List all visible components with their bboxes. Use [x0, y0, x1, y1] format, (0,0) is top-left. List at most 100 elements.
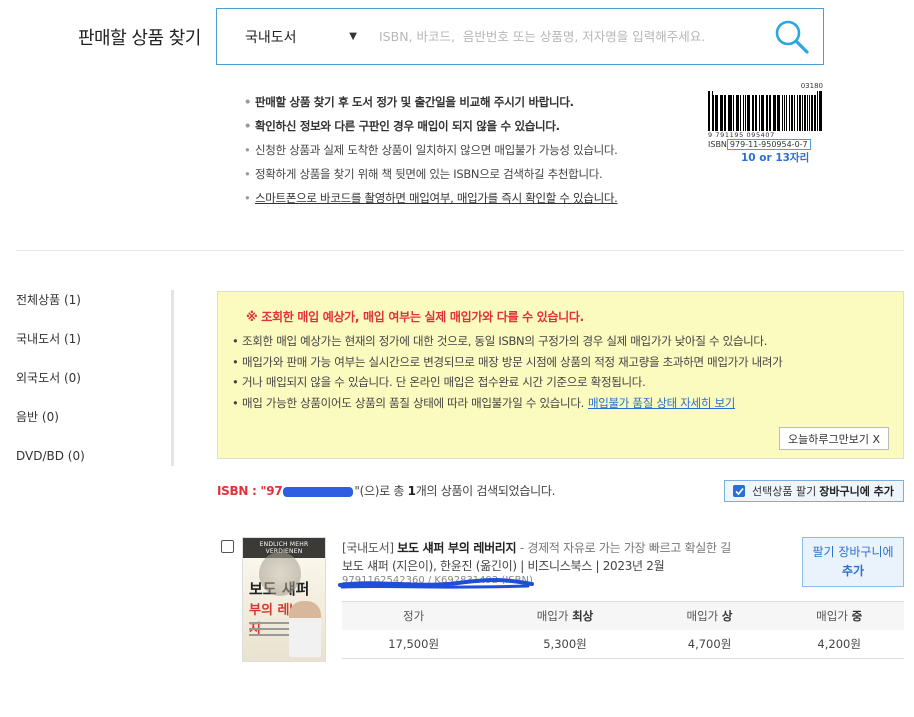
barcode-bar [781, 95, 783, 131]
category-select[interactable]: 국내도서 ▼ [217, 27, 367, 47]
price-header-best: 매입가 최상 [485, 601, 645, 630]
barcode-bar [814, 95, 816, 131]
barcode-bar [778, 95, 780, 131]
barcode-bar [768, 95, 770, 131]
price-best-value: 5,300원 [543, 636, 587, 651]
cover-text-lines [249, 622, 291, 640]
barcode-bar [765, 95, 768, 131]
barcode-bar [804, 95, 806, 131]
barcode-bar [721, 95, 723, 131]
barcode-bar [753, 95, 755, 131]
barcode-bar [744, 95, 747, 131]
product-title-link[interactable]: 보도 섀퍼 부의 레버리지 [397, 541, 516, 555]
price-header-list: 정가 [342, 601, 486, 630]
notice-box-item: 매입가와 판매 가능 여부는 실시간으로 변경되므로 매장 방문 시점에 상품의… [232, 352, 889, 373]
cart-button-line-bold: 추가 [841, 564, 865, 578]
barcode-bar [798, 95, 801, 131]
barcode-bar [760, 95, 762, 131]
notice-item: 확인하신 정보와 다른 구판인 경우 매입이 되지 않을 수 있습니다. [244, 114, 618, 138]
barcode-bar [811, 95, 814, 131]
barcode-isbn: ISBN 979-11-950954-0-7 [708, 139, 823, 150]
sidebar-item-all[interactable]: 전체상품 (1) [16, 290, 171, 329]
book-cover-image[interactable]: ENDLICH MEHR VERDIENEN 보도 섀퍼 부의 레버리지 [242, 537, 326, 662]
sidebar-item-music[interactable]: 음반 (0) [16, 407, 171, 446]
price-fair-value: 4,200원 [817, 636, 861, 651]
barcode-bar [790, 95, 794, 131]
barcode-bar [801, 95, 803, 131]
barcode-bar [739, 95, 741, 131]
price-header-text: 매입가 [816, 608, 852, 623]
page-title: 판매할 상품 찾기 [78, 28, 201, 49]
barcode-bar [806, 95, 808, 131]
notice-list: 판매할 상품 찾기 후 도서 정가 및 출간일을 비교해 주시기 바랍니다. 확… [244, 90, 618, 210]
search-input[interactable] [367, 29, 761, 44]
result-isbn-label: ISBN : "97 [217, 484, 283, 498]
barcode-addon-number: 03180 [800, 82, 823, 90]
barcode-app-link[interactable]: 스마트폰으로 바코드를 촬영하면 매입여부, 매입가를 즉시 확인할 수 있습니… [244, 186, 618, 210]
barcode-bar [797, 95, 798, 131]
barcode-bar [751, 95, 753, 131]
price-header-text: 매입가 [536, 608, 573, 623]
notice-box-item-cont: 거나 매입되지 않을 수 있습니다. 단 온라인 매입은 접수완료 시간 기준으… [232, 372, 889, 393]
cover-art [259, 552, 301, 596]
price-good-value: 4,700원 [687, 636, 732, 651]
price-header-grade: 상 [721, 608, 733, 623]
purchase-notice-box: ※ 조회한 매입 예상가, 매입 여부는 실제 매입가와 다를 수 있습니다. … [217, 291, 904, 459]
barcode-isbn-value: 979-11-950954-0-7 [726, 139, 811, 150]
checkbox-checked-icon[interactable] [733, 485, 745, 497]
notice-box-item-text: 매입 가능한 상품이어도 상품의 품질 상태에 따라 매입불가일 수 있습니다. [242, 395, 584, 410]
cart-all-label-bold: 장바구니에 추가 [819, 485, 894, 498]
product-subtitle: - 경제적 자유로 가는 가장 빠르고 확실한 길 [519, 541, 732, 555]
barcode-bar [758, 95, 760, 131]
table-row: 17,500원 5,300원 4,700원 4,200원 [342, 630, 904, 659]
barcode-bar [785, 95, 788, 131]
notice-box-item: 조회한 매입 예상가는 현재의 정가에 대한 것으로, 동일 ISBN의 구정가… [232, 331, 889, 352]
barcode-bar [783, 95, 785, 131]
barcode-isbn-prefix: ISBN [708, 140, 727, 149]
product-category: [국내도서] [342, 541, 394, 555]
search-icon [775, 20, 809, 54]
product-title-line: [국내도서] 보도 섀퍼 부의 레버리지 - 경제적 자유로 가는 가장 빠르고… [342, 539, 731, 556]
category-sidebar: 전체상품 (1) 국내도서 (1) 외국도서 (0) 음반 (0) DVD/BD… [16, 290, 174, 466]
price-header-text: 정가 [403, 608, 425, 623]
barcode-bar [727, 95, 729, 131]
product-meta: 보도 섀퍼 (지은이), 한윤진 (옮긴이) | 비즈니스북스 | 2023년 … [342, 559, 665, 573]
barcode-bar [708, 91, 710, 131]
notice-box-item-text: 거나 매입되지 않을 수 있습니다. 단 온라인 매입은 접수완료 시간 기준으… [242, 375, 646, 389]
hide-today-button[interactable]: 오늘하루그만보기 X [779, 427, 889, 450]
barcode-example: 03180 9 791195 095407 ISBN 979-11-950954-… [708, 82, 823, 165]
redaction-mark [283, 486, 354, 497]
search-box: 국내도서 ▼ [216, 8, 824, 65]
barcode-bar [713, 95, 715, 131]
barcode-bar [762, 95, 764, 131]
cover-author-photo [289, 601, 321, 657]
barcode-bar [789, 95, 790, 131]
search-button[interactable] [761, 9, 823, 64]
barcode-bars [708, 91, 823, 131]
chevron-down-icon: ▼ [349, 31, 357, 42]
barcode-bar [770, 95, 772, 131]
price-header-fair: 매입가 중 [774, 601, 904, 630]
result-text: "(으)로 총 [354, 484, 408, 498]
barcode-bar [711, 91, 713, 131]
result-text: 개의 상품이 검색되었습니다. [415, 484, 556, 498]
isbn-digits-note: 10 or 13자리 [741, 152, 810, 164]
product-checkbox[interactable] [221, 540, 234, 553]
barcode-bar [747, 95, 750, 131]
sidebar-item-domestic-books[interactable]: 국내도서 (1) [16, 329, 171, 368]
add-to-sell-cart-button[interactable]: 팔기 장바구니에 추가 [802, 537, 904, 587]
barcode-bar [723, 95, 726, 131]
category-select-value: 국내도서 [245, 29, 297, 46]
sidebar-item-foreign-books[interactable]: 외국도서 (0) [16, 368, 171, 407]
notice-item: 신청한 상품과 실제 도착한 상품이 일치하지 않으면 매입불가 가능성 있습니… [244, 138, 618, 162]
barcode-bar [719, 95, 721, 131]
barcode-bar [819, 91, 822, 131]
sidebar-item-dvd-bd[interactable]: DVD/BD (0) [16, 446, 171, 485]
add-selected-to-cart-button[interactable]: 선택상품 팔기 장바구니에 추가 [724, 480, 904, 502]
cart-all-label: 선택상품 팔기 [752, 485, 817, 498]
quality-detail-link[interactable]: 매입불가 품질 상태 자세히 보기 [588, 396, 735, 410]
barcode-bar [735, 95, 737, 131]
price-header-good: 매입가 상 [644, 601, 775, 630]
barcode-digits: 9 791195 095407 [708, 131, 775, 139]
barcode-bar [816, 91, 818, 131]
